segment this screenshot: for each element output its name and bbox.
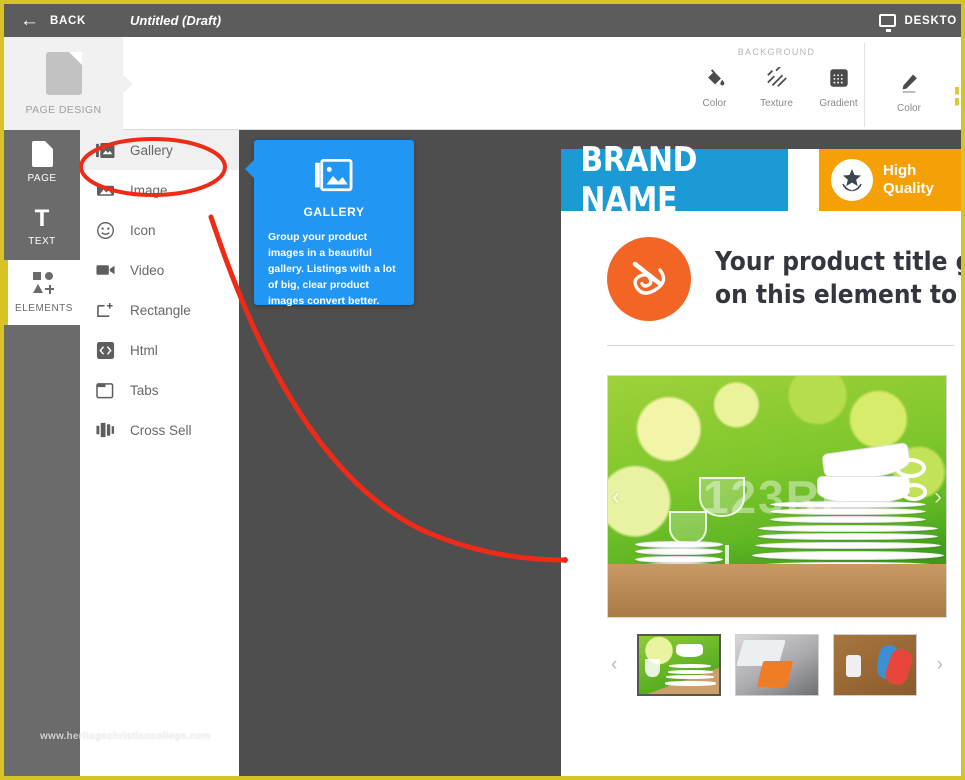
product-title-line-1: Your product title goes [715,247,961,277]
app-window: ← BACK Untitled (Draft) DESKTO PAGE DESI… [0,0,965,780]
badge-line-1: High [883,162,917,179]
document-icon [45,51,82,95]
edit-color-label: Color [897,103,921,114]
pencil-icon [902,74,917,93]
panel-item-cross-sell-label: Cross Sell [130,422,192,438]
rectangle-plus-icon [95,300,115,320]
left-icon-rail: PAGE T TEXT ELEMENTS [4,130,80,776]
product-title-line-2: on this element to edit [715,280,961,310]
panel-item-image[interactable]: Image [80,170,239,210]
background-texture-button[interactable]: Texture [754,67,799,109]
panel-item-cross-sell[interactable]: Cross Sell [80,410,239,450]
panel-item-video[interactable]: Video [80,250,239,290]
tabs-icon [95,380,115,400]
thumbnails-next-button[interactable]: › [937,654,943,676]
edit-tool-group: Color [863,43,955,127]
panel-item-image-label: Image [130,182,168,198]
back-button[interactable]: ← BACK [20,11,86,30]
product-title[interactable]: Your product title goes on this element … [715,246,961,312]
video-camera-icon [95,260,115,280]
document-title: Untitled (Draft) [130,13,222,28]
star-laurel-icon [831,159,873,201]
back-button-label: BACK [50,14,87,27]
panel-item-rectangle[interactable]: Rectangle [80,290,239,330]
background-group-caption: BACKGROUND [737,47,816,57]
elements-panel: Gallery Image Icon Video Rectangle Html … [80,130,239,776]
top-bar: ← BACK Untitled (Draft) DESKTO [4,4,961,37]
stock-watermark: 123RF [702,470,852,523]
section-divider [607,345,954,346]
brand-header-bar: BRAND NAME High Quality [561,140,961,220]
gallery-icon [95,140,115,160]
shapes-icon [30,271,58,297]
thumbnail-1[interactable] [637,634,721,696]
page-icon [31,141,53,167]
sidebar-item-text-label: TEXT [28,236,56,247]
monitor-icon [879,14,897,32]
design-toolbar: PAGE DESIGN BACKGROUND Color Texture Gra… [4,37,961,130]
toolbar-overflow-indicator [955,87,959,109]
editor-canvas[interactable]: GALLERY Group your product images in a b… [239,130,961,776]
panel-item-video-label: Video [130,262,165,278]
paint-bucket-icon [707,69,724,86]
image-icon [95,180,115,200]
gallery-prev-button[interactable]: ‹ [612,483,620,511]
cross-sell-icon [95,420,115,440]
thumbnail-2[interactable] [735,634,819,696]
gallery-stacked-icon [268,158,400,194]
brand-name-text[interactable]: BRAND NAME [561,140,789,220]
diagonal-stripes-icon [766,67,787,87]
background-gradient-label: Gradient [819,98,858,109]
gallery-tooltip-card: GALLERY Group your product images in a b… [245,140,414,307]
background-gradient-button[interactable]: Gradient [816,67,861,109]
panel-item-gallery-label: Gallery [130,142,173,158]
thumbnails-prev-button[interactable]: ‹ [611,654,617,676]
site-watermark: www.heritagechristiancollege.com [40,731,211,742]
panel-item-tabs[interactable]: Tabs [80,370,239,410]
badge-text: High Quality [883,162,934,198]
panel-item-html-label: Html [130,342,158,358]
tooltip-body: Group your product images in a beautiful… [268,231,396,307]
gallery-thumbnail-strip: ‹ › [607,632,947,698]
gallery-next-button[interactable]: › [934,483,942,511]
sidebar-item-text[interactable]: T TEXT [4,195,80,260]
code-brackets-icon [95,340,115,360]
device-preview-toggle[interactable]: DESKTO [879,4,957,37]
high-quality-badge[interactable]: High Quality [819,149,961,211]
background-texture-label: Texture [760,98,793,109]
product-preview-page[interactable]: BRAND NAME High Quality Your product tit… [561,140,961,776]
background-color-label: Color [702,98,727,109]
product-header: Your product title goes on this element … [561,211,961,321]
thumbnail-1-photo [639,636,719,694]
page-design-label: PAGE DESIGN [25,103,102,116]
page-design-tab[interactable]: PAGE DESIGN [4,37,123,130]
panel-item-html[interactable]: Html [80,330,239,370]
background-color-button[interactable]: Color [692,67,737,109]
panel-item-icon[interactable]: Icon [80,210,239,250]
smiley-icon [95,220,115,240]
background-tool-group: BACKGROUND Color Texture Gradient [689,43,865,127]
thumbnail-3[interactable] [833,634,917,696]
tooltip-title: GALLERY [303,205,365,219]
panel-item-gallery[interactable]: Gallery [80,130,239,170]
panel-item-icon-label: Icon [130,222,156,238]
sidebar-item-elements-label: ELEMENTS [15,303,73,314]
arrow-left-icon: ← [20,10,39,31]
badge-line-2: Quality [883,180,934,197]
sidebar-item-page-label: PAGE [27,173,57,184]
thumbnail-3-photo [834,635,916,695]
panel-item-rectangle-label: Rectangle [130,302,191,318]
sidebar-item-elements[interactable]: ELEMENTS [4,260,80,325]
text-t-icon: T [34,205,50,232]
gradient-grid-icon [829,69,848,87]
sidebar-item-page[interactable]: PAGE [4,130,80,195]
gallery-main-image[interactable]: 123RF ‹ › [607,375,947,618]
device-preview-label: DESKTO [904,14,957,27]
tab-pointer-notch [123,75,133,93]
thumbnail-2-photo [736,635,818,695]
target-spiral-icon [607,237,691,321]
panel-item-tabs-label: Tabs [130,382,159,398]
edit-color-button[interactable]: Color [887,72,932,114]
